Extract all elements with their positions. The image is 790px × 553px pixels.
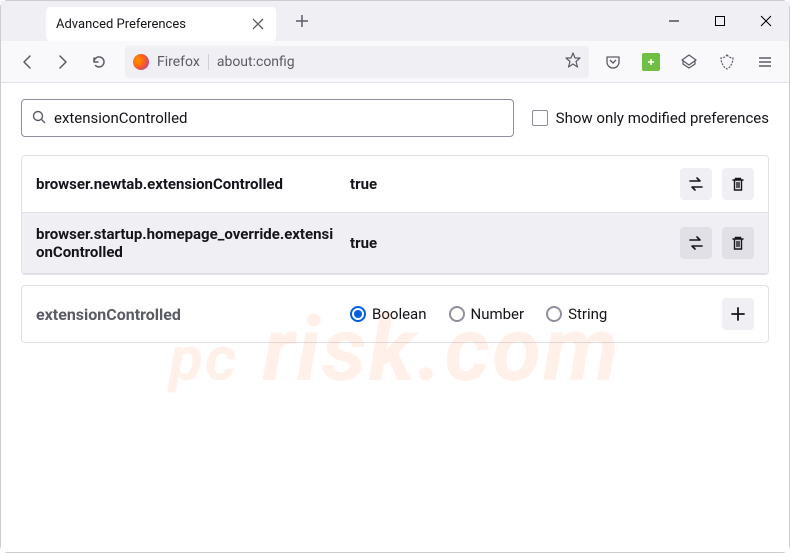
shield-icon[interactable] <box>713 48 741 76</box>
preferences-table: browser.newtab.extensionControlled true … <box>21 155 769 275</box>
forward-button[interactable] <box>47 46 79 78</box>
account-icon[interactable] <box>675 48 703 76</box>
extension-icon[interactable] <box>637 48 665 76</box>
pref-name: browser.newtab.extensionControlled <box>36 175 336 193</box>
pocket-icon[interactable] <box>599 48 627 76</box>
toggle-button[interactable] <box>680 168 712 200</box>
radio-icon <box>546 306 562 322</box>
page-content: pc risk.com Show only modified preferenc… <box>1 83 789 552</box>
tab-title: Advanced Preferences <box>56 17 250 32</box>
new-pref-row: extensionControlled Boolean Number Strin… <box>22 286 768 342</box>
type-options: Boolean Number String <box>350 305 708 323</box>
type-option-number[interactable]: Number <box>449 305 525 323</box>
pref-name: browser.startup.homepage_override.extens… <box>36 225 336 261</box>
checkbox-label: Show only modified preferences <box>556 109 769 127</box>
row-actions <box>680 227 754 259</box>
reload-button[interactable] <box>83 46 115 78</box>
new-pref-section: extensionControlled Boolean Number Strin… <box>21 285 769 343</box>
search-row: Show only modified preferences <box>21 99 769 137</box>
radio-icon <box>350 306 366 322</box>
search-input[interactable] <box>54 109 503 127</box>
delete-button[interactable] <box>722 168 754 200</box>
maximize-button[interactable] <box>697 1 743 41</box>
address-bar[interactable]: Firefox about:config <box>125 46 589 78</box>
menu-icon[interactable] <box>751 48 779 76</box>
table-row: browser.newtab.extensionControlled true <box>22 156 768 213</box>
radio-icon <box>449 306 465 322</box>
back-button[interactable] <box>11 46 43 78</box>
type-option-string[interactable]: String <box>546 305 607 323</box>
new-tab-button[interactable] <box>288 7 316 35</box>
close-icon[interactable] <box>250 16 266 32</box>
type-option-boolean[interactable]: Boolean <box>350 305 427 323</box>
delete-button[interactable] <box>722 227 754 259</box>
navigation-toolbar: Firefox about:config <box>1 41 789 83</box>
toggle-button[interactable] <box>680 227 712 259</box>
toolbar-icons <box>599 48 779 76</box>
bookmark-star-icon[interactable] <box>565 52 581 72</box>
row-actions <box>680 168 754 200</box>
table-row: browser.startup.homepage_override.extens… <box>22 213 768 274</box>
firefox-icon <box>133 54 149 70</box>
new-pref-name: extensionControlled <box>36 305 336 324</box>
url-context: Firefox <box>157 54 209 70</box>
close-window-button[interactable] <box>743 1 789 41</box>
search-icon <box>32 109 46 128</box>
pref-value: true <box>350 175 666 193</box>
url-text: about:config <box>217 54 557 70</box>
checkbox-icon <box>532 110 548 126</box>
modified-only-checkbox[interactable]: Show only modified preferences <box>532 109 769 127</box>
window-controls <box>651 1 789 41</box>
minimize-button[interactable] <box>651 1 697 41</box>
browser-tab[interactable]: Advanced Preferences <box>46 7 276 41</box>
window-title-bar: Advanced Preferences <box>1 1 789 41</box>
search-input-wrap[interactable] <box>21 99 514 137</box>
add-button[interactable] <box>722 298 754 330</box>
pref-value: true <box>350 234 666 252</box>
